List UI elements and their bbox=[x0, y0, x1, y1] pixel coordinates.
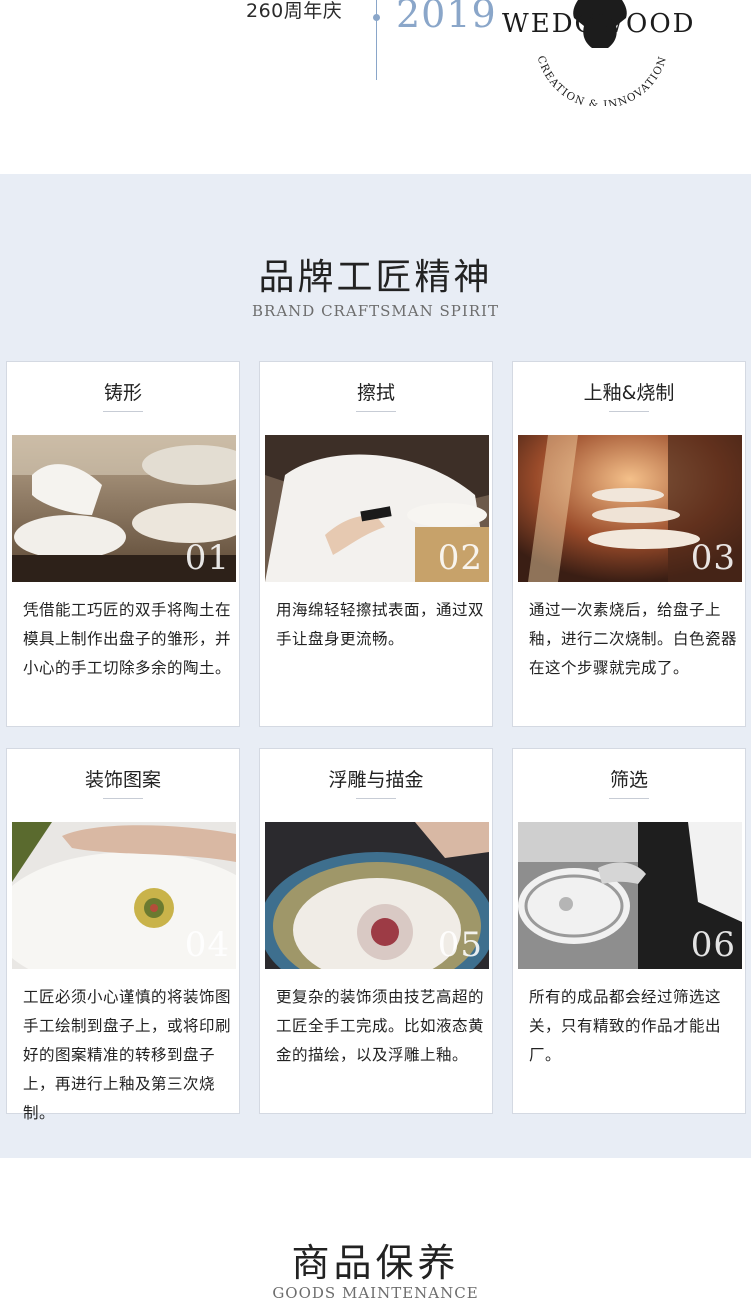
step-card-2: 擦拭 02 用海绵轻轻擦拭表面，通过双手让盘身更流畅。 bbox=[259, 361, 493, 727]
section-subtitle: BRAND CRAFTSMAN SPIRIT bbox=[252, 302, 499, 320]
step-number: 01 bbox=[184, 538, 230, 578]
title-underline bbox=[609, 411, 649, 412]
title-underline bbox=[356, 411, 396, 412]
maintenance-title: 商品保养 bbox=[291, 1241, 460, 1285]
title-underline bbox=[103, 411, 143, 412]
step-number: 04 bbox=[184, 925, 230, 965]
step-photo-sponging: 02 bbox=[265, 435, 489, 582]
anniversary-year: 2019 bbox=[396, 0, 497, 36]
step-description: 用海绵轻轻擦拭表面，通过双手让盘身更流畅。 bbox=[276, 601, 485, 648]
step-description: 更复杂的装饰须由技艺高超的工匠全手工完成。比如液态黄金的描绘，以及浮雕上釉。 bbox=[276, 988, 485, 1064]
step-title: 浮雕与描金 bbox=[328, 769, 424, 791]
craftsman-section: 品牌工匠精神 BRAND CRAFTSMAN SPIRIT 铸形 01 凭借能工… bbox=[0, 174, 751, 1158]
step-number: 05 bbox=[437, 925, 483, 965]
step-description: 通过一次素烧后，给盘子上釉，进行二次烧制。白色瓷器在这个步骤就完成了。 bbox=[529, 601, 738, 677]
step-description: 所有的成品都会经过筛选这关，只有精致的作品才能出厂。 bbox=[529, 988, 722, 1064]
step-photo-decorating: 04 bbox=[12, 822, 236, 969]
step-description: 工匠必须小心谨慎的将装饰图手工绘制到盘子上，或将印刷好的图案精准的转移到盘子上，… bbox=[23, 988, 232, 1122]
divider-dot bbox=[373, 14, 380, 21]
step-number: 02 bbox=[437, 538, 483, 578]
step-title: 筛选 bbox=[609, 769, 648, 791]
svg-text:CREATION & INNOVATION: CREATION & INNOVATION bbox=[535, 54, 670, 106]
step-card-3: 上釉&烧制 03 通过一次素烧后，给盘子上釉，进行二次烧制。白色瓷器在这个步骤就… bbox=[512, 361, 746, 727]
step-photo-gilding: 05 bbox=[265, 822, 489, 969]
step-card-6: 筛选 06 所有的成品都会经过筛选这关，只有精致的作品才能出厂。 bbox=[512, 748, 746, 1114]
step-card-1: 铸形 01 凭借能工巧匠的双手将陶土在模具上制作出盘子的雏形，并小心的手工切除多… bbox=[6, 361, 240, 727]
step-photo-kiln: 03 bbox=[518, 435, 742, 582]
step-description: 凭借能工巧匠的双手将陶土在模具上制作出盘子的雏形，并小心的手工切除多余的陶土。 bbox=[23, 601, 232, 677]
step-card-5: 浮雕与描金 05 更复杂的装饰须由技艺高超的工匠全手工完成。比如液态黄金的描绘，… bbox=[259, 748, 493, 1114]
step-photo-inspection: 06 bbox=[518, 822, 742, 969]
divider-line bbox=[376, 0, 377, 80]
brand-name: WEDGWOOD bbox=[502, 9, 696, 39]
title-underline bbox=[609, 798, 649, 799]
title-underline bbox=[103, 798, 143, 799]
section-title: 品牌工匠精神 bbox=[258, 257, 493, 298]
step-title: 装饰图案 bbox=[84, 769, 161, 791]
brand-tagline: CREATION & INNOVATION bbox=[535, 54, 668, 106]
title-underline bbox=[356, 798, 396, 799]
step-number: 03 bbox=[690, 538, 736, 578]
step-number: 06 bbox=[690, 925, 736, 965]
anniversary-banner: 260周年庆 2019 CREATION & INNOVATION WEDGWO… bbox=[0, 0, 751, 174]
maintenance-subtitle: GOODS MAINTENANCE bbox=[272, 1284, 479, 1302]
step-title: 铸形 bbox=[103, 382, 142, 404]
anniversary-label: 260周年庆 bbox=[246, 0, 343, 22]
step-card-4: 装饰图案 04 工匠必须小心谨慎的将装饰图手工绘制到盘子上，或将印刷好的图案精准… bbox=[6, 748, 240, 1122]
step-title: 上釉&烧制 bbox=[583, 382, 675, 404]
step-photo-casting: 01 bbox=[12, 435, 236, 582]
step-title: 擦拭 bbox=[356, 382, 395, 404]
